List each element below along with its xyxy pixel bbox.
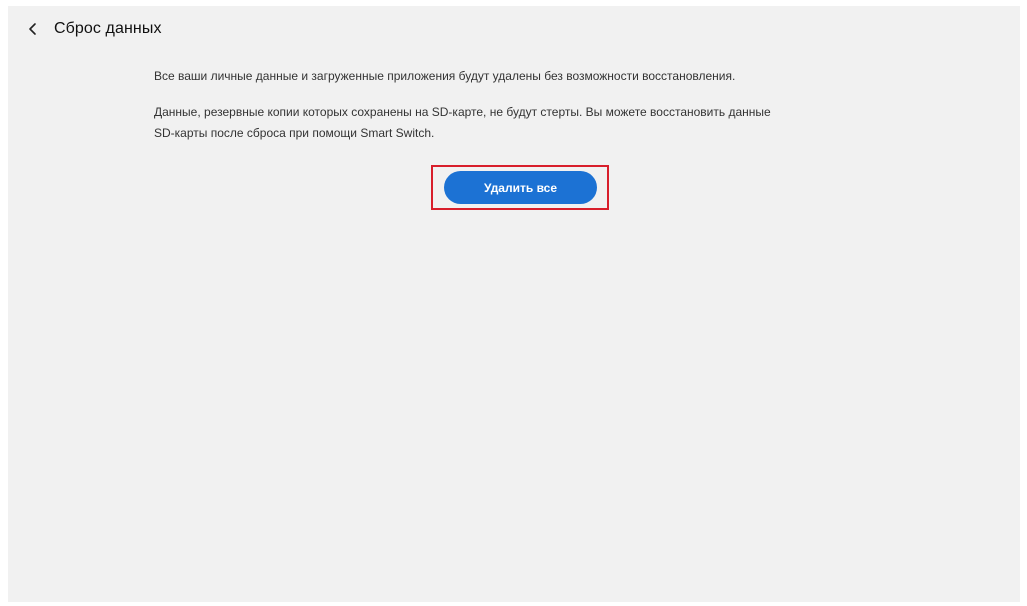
header: Сброс данных [8, 6, 1020, 52]
back-button[interactable] [22, 18, 44, 40]
description: Все ваши личные данные и загруженные при… [154, 66, 874, 144]
page-title: Сброс данных [54, 20, 162, 37]
sd-card-note-line2: SD-карты после сброса при помощи Smart S… [154, 126, 435, 140]
reset-data-screen: Сброс данных Все ваши личные данные и за… [8, 6, 1020, 602]
sd-card-note: Данные, резервные копии которых сохранен… [154, 102, 874, 144]
delete-all-button[interactable]: Удалить все [444, 171, 597, 204]
sd-card-note-line1: Данные, резервные копии которых сохранен… [154, 105, 771, 119]
warning-text: Все ваши личные данные и загруженные при… [154, 69, 736, 83]
chevron-left-icon [27, 22, 39, 36]
